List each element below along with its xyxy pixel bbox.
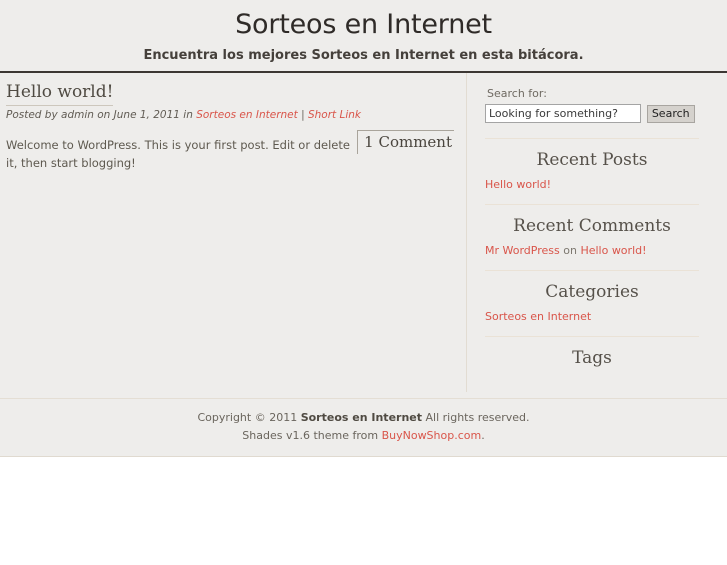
below-fold-area: [0, 457, 727, 565]
recent-posts-list: Hello world!: [485, 176, 699, 195]
widget-search: Search for: Search: [485, 87, 699, 129]
list-item: Mr WordPress on Hello world!: [485, 242, 699, 261]
footer-copyright-suffix: All rights reserved.: [422, 411, 530, 424]
categories-list: Sorteos en Internet: [485, 308, 699, 327]
blog-title[interactable]: Sorteos en Internet: [0, 8, 727, 44]
post-meta-separator: |: [297, 109, 308, 121]
content-column: Hello world! Posted by admin on June 1, …: [0, 73, 466, 182]
page-wrapper: Sorteos en Internet Encuentra los mejore…: [0, 0, 727, 457]
blog-description: Encuentra los mejores Sorteos en Interne…: [143, 48, 584, 63]
post-body-text: Welcome to WordPress. This is your first…: [6, 138, 350, 170]
widget-tags-title: Tags: [572, 348, 612, 368]
category-link[interactable]: Sorteos en Internet: [485, 310, 591, 323]
site-header: Sorteos en Internet Encuentra los mejore…: [0, 0, 727, 73]
widget-categories-title: Categories: [545, 282, 639, 302]
post-meta: Posted by admin on June 1, 2011 in Sorte…: [6, 108, 458, 122]
widget-recent-comments-title: Recent Comments: [513, 216, 671, 236]
list-item: Sorteos en Internet: [485, 308, 699, 327]
post-meta-prefix: Posted by admin on June 1, 2011 in: [6, 109, 197, 121]
tags-empty-area: [485, 374, 699, 382]
list-item: Hello world!: [485, 176, 699, 195]
footer-theme-prefix: Shades v1.6 theme from: [242, 429, 382, 442]
widget-recent-comments: Recent Comments Mr WordPress on Hello wo…: [485, 204, 699, 261]
search-input[interactable]: [485, 104, 641, 123]
site-footer: Copyright © 2011 Sorteos en Internet All…: [0, 398, 727, 457]
main-region: Hello world! Posted by admin on June 1, …: [0, 73, 727, 398]
sidebar: Search for: Search Recent Posts Hello wo…: [466, 73, 715, 392]
comment-post-link[interactable]: Hello world!: [580, 244, 646, 257]
footer-theme-link[interactable]: BuyNowShop.com: [382, 429, 482, 442]
footer-copyright-prefix: Copyright © 2011: [197, 411, 301, 424]
widget-tags: Tags: [485, 336, 699, 382]
search-submit-button[interactable]: Search: [646, 104, 695, 123]
comment-count-badge[interactable]: 1 Comment: [357, 130, 454, 154]
footer-theme-credit: Shades v1.6 theme from BuyNowShop.com.: [0, 427, 727, 445]
post-article: Hello world! Posted by admin on June 1, …: [6, 82, 458, 172]
comment-on-text: on: [559, 244, 581, 257]
widget-categories: Categories Sorteos en Internet: [485, 270, 699, 327]
widget-recent-posts: Recent Posts Hello world!: [485, 138, 699, 195]
post-shortlink[interactable]: Short Link: [308, 109, 361, 121]
widget-recent-posts-title: Recent Posts: [536, 150, 648, 170]
post-category-link[interactable]: Sorteos en Internet: [196, 109, 298, 121]
comment-author-link[interactable]: Mr WordPress: [485, 244, 560, 257]
footer-site-name: Sorteos en Internet: [300, 411, 422, 424]
footer-theme-suffix: .: [481, 429, 485, 442]
recent-post-link[interactable]: Hello world!: [485, 178, 551, 191]
search-form: Search: [485, 104, 699, 123]
search-label: Search for:: [487, 87, 547, 100]
post-title[interactable]: Hello world!: [6, 82, 114, 106]
footer-copyright: Copyright © 2011 Sorteos en Internet All…: [0, 409, 727, 427]
recent-comments-list: Mr WordPress on Hello world!: [485, 242, 699, 261]
